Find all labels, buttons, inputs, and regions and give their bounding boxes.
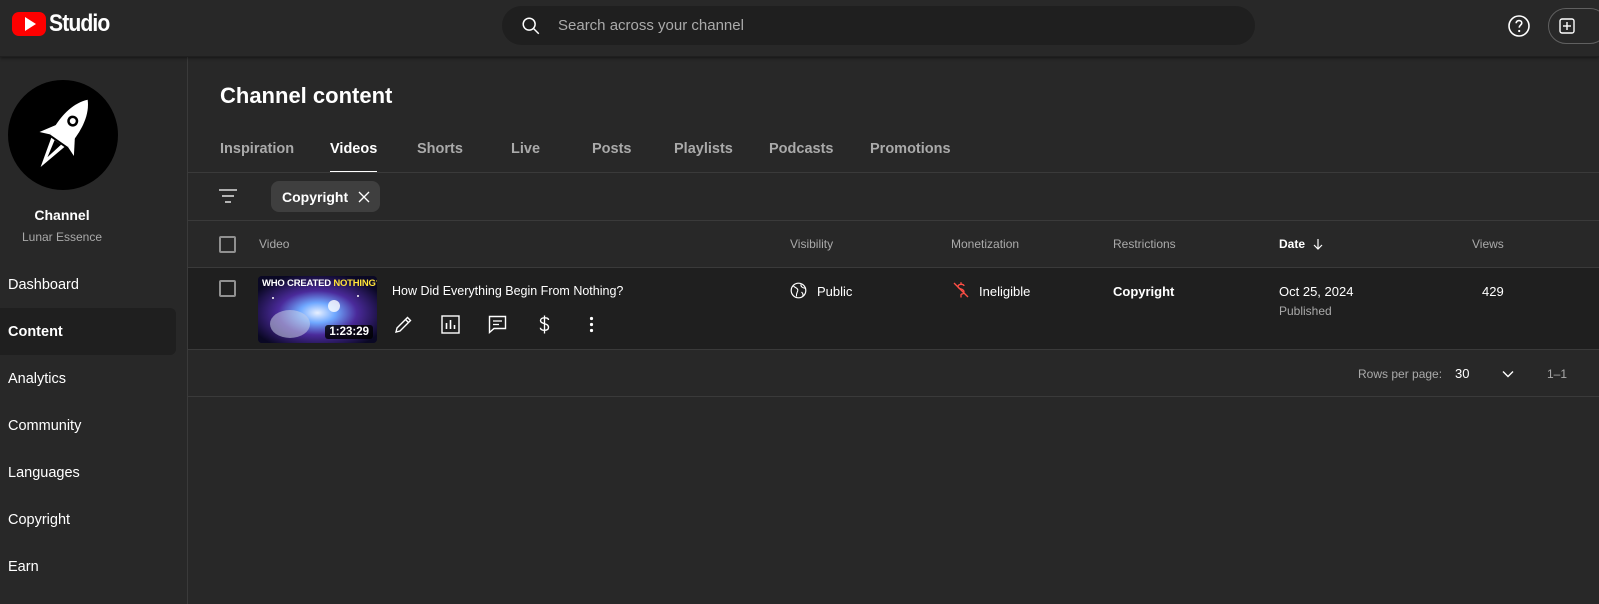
create-plus-icon [1559, 18, 1575, 34]
studio-logo[interactable]: Studio [12, 10, 118, 38]
page-title: Channel content [220, 83, 393, 108]
date-value: Oct 25, 2024 [1279, 284, 1354, 299]
close-icon[interactable] [358, 191, 370, 203]
sort-down-arrow-icon [1313, 239, 1323, 250]
tab-videos[interactable]: Videos [330, 135, 378, 173]
row-actions [393, 314, 628, 335]
ineligible-dollar-icon [953, 282, 969, 298]
select-all-checkbox[interactable] [219, 236, 236, 253]
filter-chip-copyright[interactable]: Copyright [271, 181, 381, 212]
more-options-icon[interactable] [581, 314, 602, 335]
channel-title: Channel [34, 207, 90, 223]
sidebar-item-community[interactable]: Community [0, 402, 176, 449]
filter-bar: Copyright [188, 173, 1599, 221]
sidebar-item-dashboard[interactable]: Dashboard [0, 261, 176, 308]
tab-videos-wrap: Videos [330, 135, 417, 173]
video-duration: 1:23:29 [325, 325, 373, 339]
sidebar-item-languages[interactable]: Languages [0, 449, 176, 496]
views-value: 429 [1482, 284, 1504, 299]
table-row[interactable]: WHO CREATED NOTHING? 1:23:29 How Did Eve… [188, 268, 1599, 349]
pagination: Rows per page: 30 1–1 [188, 350, 1599, 396]
comments-icon[interactable] [487, 314, 508, 335]
youtube-logo-icon [12, 12, 46, 36]
studio-logo-text: Studio [49, 10, 110, 37]
tab-live[interactable]: Live [511, 135, 592, 173]
sidebar-item-copyright[interactable]: Copyright [0, 496, 176, 543]
thumbnail-caption: WHO CREATED NOTHING? [262, 278, 377, 289]
filter-icon[interactable] [218, 186, 238, 206]
tab-podcasts[interactable]: Podcasts [769, 135, 870, 173]
column-header-date[interactable]: Date [1279, 237, 1324, 251]
sidebar-item-content[interactable]: Content [0, 308, 176, 355]
main-content: Channel content Inspiration Videos Short… [188, 57, 1599, 604]
sidebar-nav: Dashboard Content Analytics Community La… [0, 261, 188, 590]
top-bar: Studio [0, 0, 1599, 57]
rocket-icon [39, 99, 88, 167]
tab-playlists[interactable]: Playlists [674, 135, 769, 173]
sidebar: Channel Lunar Essence Dashboard Content … [0, 57, 188, 604]
sidebar-item-earn[interactable]: Earn [0, 543, 176, 590]
date-status: Published [1279, 304, 1332, 318]
video-thumbnail[interactable]: WHO CREATED NOTHING? 1:23:29 [258, 276, 377, 343]
tab-promotions[interactable]: Promotions [870, 135, 970, 173]
content-tabs: Inspiration Videos Shorts Live Posts Pla… [220, 135, 970, 173]
search-input[interactable] [558, 6, 1255, 45]
search-icon [522, 16, 540, 34]
filter-chip-label: Copyright [282, 188, 349, 205]
search-bar[interactable] [502, 6, 1255, 45]
column-header-monetization[interactable]: Monetization [951, 237, 1019, 251]
thumbnail-caption-white: WHO CREATED [262, 278, 334, 289]
row-checkbox[interactable] [219, 280, 236, 297]
channel-name: Lunar Essence [21, 230, 103, 244]
edit-pencil-icon[interactable] [393, 314, 414, 335]
video-title[interactable]: How Did Everything Begin From Nothing? [392, 284, 623, 298]
help-icon[interactable] [1507, 14, 1531, 38]
pager-divider [188, 396, 1599, 397]
tab-inspiration[interactable]: Inspiration [220, 135, 330, 173]
column-header-date-label: Date [1279, 237, 1306, 251]
create-button[interactable] [1548, 8, 1599, 44]
visibility-value[interactable]: Public [817, 284, 852, 299]
chevron-down-icon[interactable] [1501, 367, 1515, 381]
rows-per-page-label: Rows per page: [1358, 367, 1443, 381]
channel-avatar[interactable] [8, 80, 118, 190]
table-header: Video Visibility Monetization Restrictio… [188, 221, 1599, 268]
rows-per-page-select[interactable]: 30 [1455, 366, 1469, 381]
analytics-icon[interactable] [440, 314, 461, 335]
column-header-restrictions[interactable]: Restrictions [1113, 237, 1176, 251]
tab-shorts[interactable]: Shorts [417, 135, 511, 173]
column-header-video: Video [259, 237, 290, 251]
monetization-dollar-icon[interactable] [534, 314, 555, 335]
restrictions-value[interactable]: Copyright [1113, 284, 1174, 299]
monetization-value[interactable]: Ineligible [979, 284, 1030, 299]
column-header-views[interactable]: Views [1472, 237, 1504, 251]
sidebar-item-analytics[interactable]: Analytics [0, 355, 176, 402]
globe-icon [790, 282, 807, 299]
column-header-visibility[interactable]: Visibility [790, 237, 833, 251]
tab-posts[interactable]: Posts [592, 135, 674, 173]
thumbnail-caption-yellow: NOTHING? [333, 278, 377, 289]
page-range: 1–1 [1547, 367, 1568, 381]
